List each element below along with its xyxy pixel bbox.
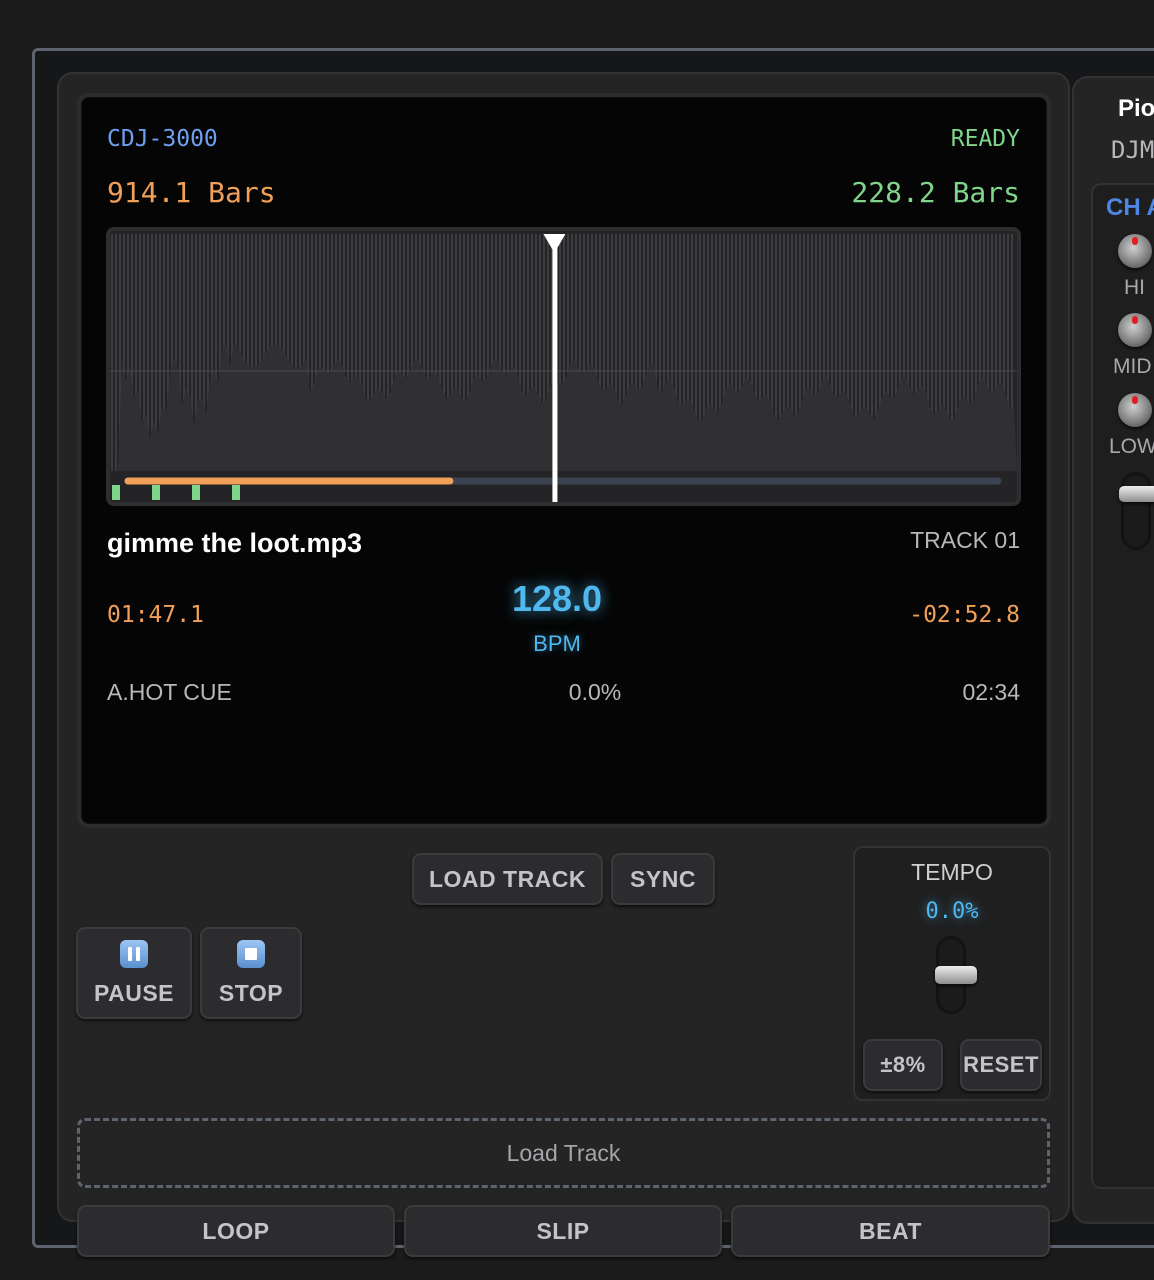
mixer-brand: Pio bbox=[1118, 95, 1154, 122]
channel-label: CH A bbox=[1106, 194, 1154, 221]
sync-button[interactable]: SYNC bbox=[611, 853, 715, 905]
cue-marker-3 bbox=[192, 485, 200, 500]
deck-status-label: READY bbox=[950, 126, 1020, 152]
cue-marker-2 bbox=[152, 485, 160, 500]
pitch-display: 0.0% bbox=[568, 679, 622, 705]
time-remaining: -02:52.8 bbox=[909, 602, 1020, 628]
tempo-label: TEMPO bbox=[911, 859, 993, 885]
bpm-label: BPM bbox=[533, 631, 581, 656]
playhead-line bbox=[552, 245, 558, 502]
total-time: 02:34 bbox=[962, 679, 1020, 705]
channel-fader-handle[interactable] bbox=[1119, 486, 1154, 502]
pause-icon bbox=[120, 939, 148, 968]
stop-icon bbox=[237, 939, 265, 968]
channel-fader-track[interactable] bbox=[1121, 472, 1151, 550]
eq-hi-knob[interactable] bbox=[1118, 234, 1152, 268]
dropzone-label: Load Track bbox=[506, 1139, 621, 1166]
waveform-graphic bbox=[110, 234, 1017, 502]
track-number: TRACK 01 bbox=[910, 527, 1020, 553]
cue-marker-4 bbox=[232, 485, 240, 500]
stop-button[interactable]: STOP bbox=[200, 927, 302, 1019]
slip-button[interactable]: SLIP bbox=[404, 1205, 722, 1257]
bars-remaining: 228.2 Bars bbox=[851, 176, 1020, 209]
eq-low-knob[interactable] bbox=[1118, 393, 1152, 427]
pause-label: PAUSE bbox=[93, 979, 175, 1006]
eq-mid-knob[interactable] bbox=[1118, 313, 1152, 347]
tempo-range-button[interactable]: ±8% bbox=[863, 1039, 943, 1091]
cue-marker-1 bbox=[112, 485, 120, 500]
load-track-dropzone[interactable]: Load Track bbox=[77, 1118, 1050, 1188]
track-title: gimme the loot.mp3 bbox=[107, 528, 363, 558]
beat-button[interactable]: BEAT bbox=[731, 1205, 1050, 1257]
loop-button[interactable]: LOOP bbox=[77, 1205, 395, 1257]
mixer-model: DJM bbox=[1111, 136, 1154, 164]
playhead-marker-icon bbox=[543, 234, 566, 253]
eq-hi-label: HI bbox=[1124, 276, 1145, 299]
deck-model-label: CDJ-3000 bbox=[107, 126, 218, 152]
bpm-value: 128.0 bbox=[511, 578, 603, 619]
stop-label: STOP bbox=[218, 979, 284, 1006]
eq-low-label: LOW bbox=[1109, 435, 1154, 458]
pause-button[interactable]: PAUSE bbox=[76, 927, 192, 1019]
tempo-fader-handle[interactable] bbox=[935, 966, 977, 984]
time-elapsed: 01:47.1 bbox=[107, 602, 204, 628]
load-track-button[interactable]: LOAD TRACK bbox=[412, 853, 603, 905]
bars-elapsed: 914.1 Bars bbox=[107, 176, 276, 209]
tempo-reset-button[interactable]: RESET bbox=[960, 1039, 1042, 1091]
eq-mid-label: MID bbox=[1113, 355, 1152, 378]
tempo-value: 0.0% bbox=[925, 899, 979, 924]
cue-mode-label: A.HOT CUE bbox=[107, 679, 232, 705]
waveform-display[interactable] bbox=[106, 227, 1021, 506]
